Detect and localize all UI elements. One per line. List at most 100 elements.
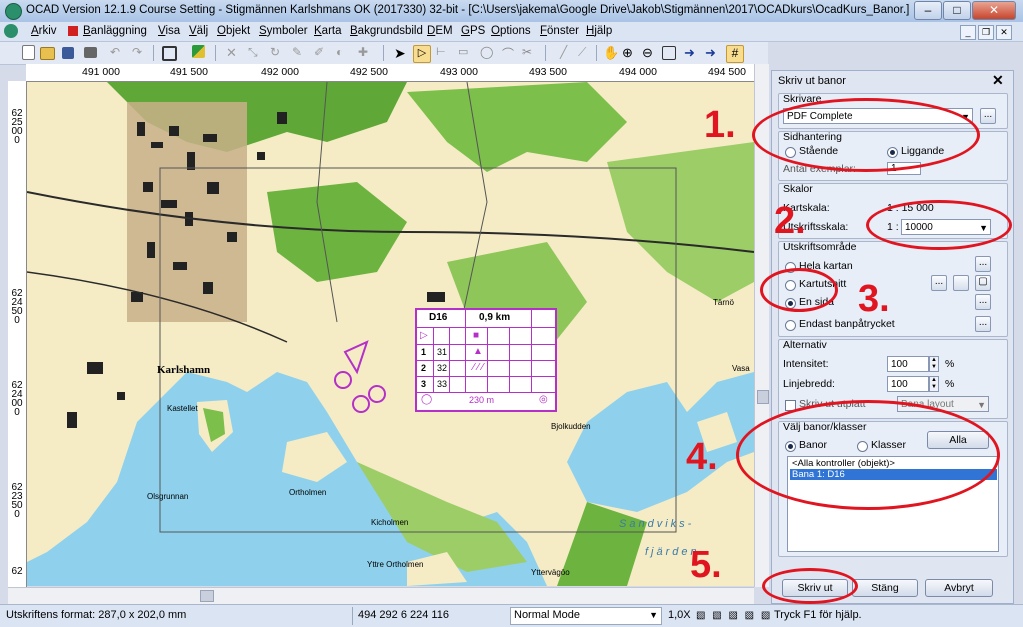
map-label: Karlshamn	[157, 364, 211, 376]
edit-object-icon[interactable]: ▷	[413, 45, 431, 63]
new-file-icon[interactable]	[22, 45, 35, 60]
row-number: 1	[421, 347, 427, 357]
zoom-window-icon[interactable]	[662, 46, 676, 60]
map-section-frame-button[interactable]: ▢	[975, 275, 991, 291]
forward-arrow-icon[interactable]: ➜	[705, 45, 721, 61]
menu-symboler[interactable]: Symboler	[259, 25, 308, 37]
map-label: Ortholmen	[289, 488, 327, 497]
table-col	[465, 310, 466, 392]
draw-rect-icon[interactable]: ▭	[458, 45, 474, 61]
annotation-step-5: 5.	[690, 544, 722, 586]
curve-icon[interactable]: ⌒	[502, 45, 518, 61]
mode-select[interactable]: Normal Mode ▼	[510, 607, 662, 625]
rotate-object-icon[interactable]: ↻	[270, 45, 286, 61]
line-width-spinner[interactable]: ▲ ▼	[929, 376, 939, 392]
intensity-unit: %	[945, 358, 955, 370]
menu-gps[interactable]: GPS	[461, 25, 485, 37]
redo-icon[interactable]: ↷	[132, 45, 148, 61]
menu-fonster[interactable]: Fönster	[540, 25, 579, 37]
line-width-input[interactable]: 100	[887, 376, 929, 392]
ruler-icon[interactable]: ⟋	[578, 45, 594, 61]
select-arrow-icon[interactable]: ➤	[394, 45, 410, 61]
course-only-radio[interactable]	[785, 320, 796, 331]
fit-view-icon[interactable]	[162, 46, 177, 61]
toolbar-separator	[545, 45, 546, 61]
menu-bar: Arkiv Banläggning Visa Välj Objekt Symbo…	[0, 22, 1023, 42]
intensity-input[interactable]: 100	[887, 356, 929, 372]
draw-line-icon[interactable]: ⊢	[436, 45, 452, 61]
cut-object-icon[interactable]: ✕	[226, 45, 242, 61]
group-label: Skalor	[783, 183, 813, 195]
menu-options[interactable]: Options	[491, 25, 531, 37]
menu-hjalp[interactable]: Hjälp	[586, 25, 612, 37]
triangle-symbol-icon: ▲	[473, 346, 483, 357]
menu-valj[interactable]: Välj	[189, 25, 208, 37]
panel-close-icon[interactable]: ✕	[992, 72, 1004, 89]
map-section-select-button[interactable]	[953, 275, 969, 291]
annotation-step-2: 2.	[774, 200, 806, 242]
map-canvas[interactable]: Karlshamn Kastellet Ortholmen Olsgrunnan…	[27, 82, 754, 586]
printer-settings-button[interactable]: ...	[980, 108, 996, 124]
print-icon[interactable]	[84, 47, 97, 58]
draw-circle-icon[interactable]: ◯	[480, 45, 496, 61]
control-description-table[interactable]: D16 0,9 km ▷ ■ 1 31 ▲ 2 32 ⁄ ⁄ ⁄ 3 33 ◯ …	[415, 308, 557, 412]
menu-dem[interactable]: DEM	[427, 25, 453, 37]
menu-objekt[interactable]: Objekt	[217, 25, 250, 37]
mdi-restore-button[interactable]: ❐	[978, 25, 994, 40]
toolbar: ↶ ↷ ✕ ⤡ ↻ ✎ ✐ ◐ ✚ ➤ ▷ ⊢ ▭ ◯ ⌒ ✂ ╱ ⟋ ✋ ⊕ …	[0, 42, 768, 65]
measure-icon[interactable]: ╱	[560, 45, 576, 61]
table-divider	[417, 360, 555, 361]
menu-karta[interactable]: Karta	[314, 25, 342, 37]
open-folder-icon[interactable]	[40, 47, 55, 60]
map-label: Olsgrunnan	[147, 492, 189, 501]
ruler-y-label: 6223500	[11, 482, 23, 520]
map-section-options-button[interactable]: ...	[931, 275, 947, 291]
intensity-spinner[interactable]: ▲ ▼	[929, 356, 939, 372]
menu-banlaggning[interactable]: Banläggning	[83, 25, 147, 37]
course-only-options-button[interactable]: ...	[975, 316, 991, 332]
mdi-minimize-button[interactable]: _	[960, 25, 976, 40]
menu-visa[interactable]: Visa	[158, 25, 180, 37]
control-code: 32	[437, 363, 448, 373]
map-label: Sandviks-	[619, 518, 695, 530]
whole-map-options-button[interactable]: ...	[975, 256, 991, 272]
view-mode-icons[interactable]: ▧ ▧ ▧ ▧ ▧	[696, 610, 772, 621]
course-name: D16	[429, 312, 448, 323]
zoom-out-icon[interactable]: ⊖	[642, 45, 658, 61]
grid-icon[interactable]: #	[726, 45, 744, 63]
minimize-button[interactable]: –	[914, 1, 942, 20]
close-button[interactable]: ✕	[972, 1, 1016, 20]
close-panel-button[interactable]: Stäng	[852, 579, 918, 597]
undo-icon[interactable]: ↶	[110, 45, 126, 61]
ruler-y-label: 62	[11, 566, 23, 577]
app-menu-icon[interactable]	[4, 24, 18, 38]
edit-icon[interactable]: ✐	[314, 45, 330, 61]
zoom-in-icon[interactable]: ⊕	[622, 45, 638, 61]
move-object-icon[interactable]: ⤡	[248, 45, 264, 61]
map-label: Vasa	[732, 364, 750, 373]
toolbar-separator	[153, 45, 154, 61]
menu-bakgrundsbild[interactable]: Bakgrundsbild	[350, 25, 423, 37]
fill-icon[interactable]: ◐	[336, 45, 352, 61]
pan-hand-icon[interactable]: ✋	[603, 45, 619, 61]
vertical-scroll-thumb[interactable]	[757, 390, 769, 404]
table-col	[509, 327, 510, 392]
horizontal-scrollbar[interactable]	[8, 587, 754, 604]
one-page-options-button[interactable]: ...	[975, 294, 991, 310]
back-arrow-icon[interactable]: ➜	[684, 45, 700, 61]
scissors-icon[interactable]: ✂	[522, 45, 538, 61]
maximize-button[interactable]: □	[943, 1, 971, 20]
save-icon[interactable]	[62, 47, 74, 59]
pen-icon[interactable]: ✎	[292, 45, 308, 61]
course-length: 0,9 km	[479, 312, 511, 323]
cancel-button[interactable]: Avbryt	[925, 579, 993, 597]
menu-arkiv[interactable]: Arkiv	[31, 25, 57, 37]
background-map-icon[interactable]	[192, 45, 205, 58]
horizontal-scroll-thumb[interactable]	[200, 590, 214, 602]
mdi-close-button[interactable]: ✕	[996, 25, 1012, 40]
window-title: OCAD Version 12.1.9 Course Setting - Sti…	[26, 4, 910, 16]
cross-icon[interactable]: ✚	[358, 45, 374, 61]
table-col	[449, 327, 450, 392]
finish-circle-icon: ◎	[539, 394, 548, 405]
group-label: Alternativ	[783, 339, 827, 351]
